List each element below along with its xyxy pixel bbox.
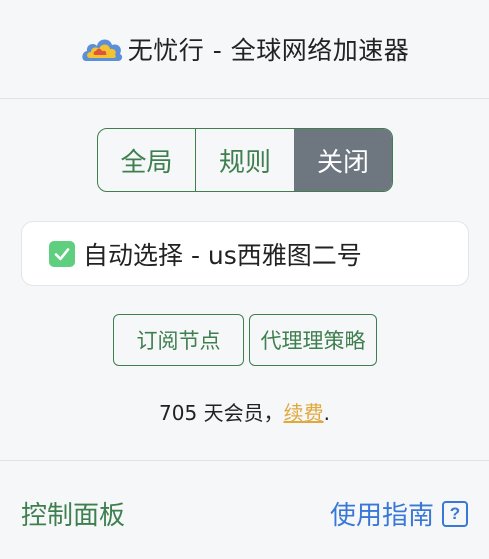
user-guide-label: 使用指南	[329, 501, 434, 531]
renew-link[interactable]: 续费	[284, 401, 324, 425]
app-footer: 控制面板 使用指南 ?	[0, 460, 489, 559]
checkmark-icon	[54, 247, 70, 260]
subscribe-nodes-button[interactable]: 订阅节点	[113, 314, 244, 366]
control-panel-link[interactable]: 控制面板	[21, 495, 125, 532]
user-guide-link[interactable]: 使用指南 ?	[330, 495, 468, 532]
node-label: 自动选择 - us西雅图二号	[83, 240, 362, 270]
membership-status: 705 天会员，续费.	[0, 397, 489, 426]
node-selector[interactable]: 自动选择 - us西雅图二号	[21, 221, 469, 286]
app-title: 无忧行 - 全球网络加速器	[127, 36, 410, 65]
cloud-logo-icon	[80, 33, 124, 65]
mode-off-button[interactable]: 关闭	[294, 129, 392, 191]
proxy-mode-toggle-group: 全局 规则 关闭	[97, 128, 393, 192]
mode-rule-button[interactable]: 规则	[196, 129, 294, 191]
proxy-policy-button[interactable]: 代理理策略	[249, 314, 377, 366]
membership-days-text: 705 天会员，	[159, 401, 284, 425]
node-checkbox[interactable]	[49, 240, 75, 267]
app-header: 无忧行 - 全球网络加速器	[0, 0, 489, 99]
help-icon: ?	[442, 500, 468, 527]
mode-global-button[interactable]: 全局	[98, 129, 196, 191]
membership-suffix: .	[323, 401, 330, 425]
